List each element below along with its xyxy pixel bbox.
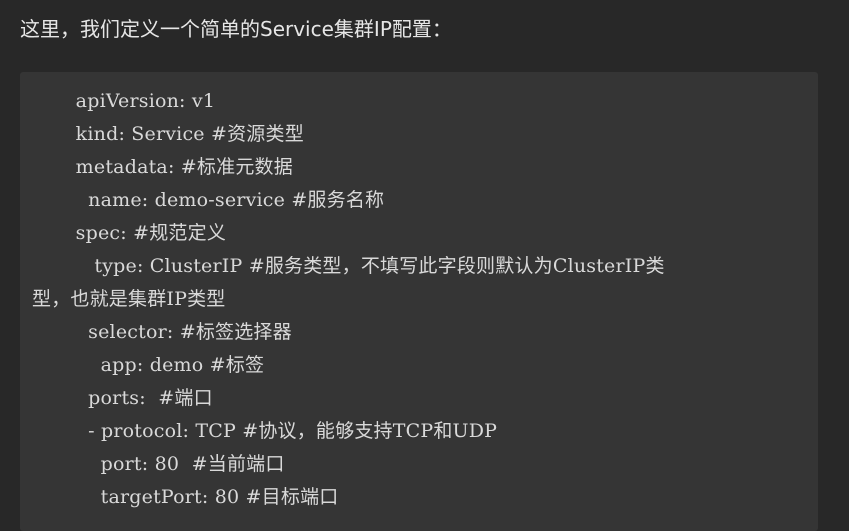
code-line-target-port: targetPort: 80 #目标端口 (32, 486, 339, 508)
code-block: apiVersion: v1 kind: Service #资源类型 metad… (20, 72, 818, 531)
intro-paragraph: 这里，我们定义一个简单的Service集群IP配置： (20, 17, 452, 41)
code-line-type: type: ClusterIP #服务类型，不填写此字段则默认为ClusterI… (32, 255, 665, 277)
code-line-type-continued: 型，也就是集群IP类型 (32, 288, 226, 310)
code-line-name: name: demo-service #服务名称 (32, 189, 385, 211)
code-line-port: port: 80 #当前端口 (32, 453, 285, 475)
code-line-kind: kind: Service #资源类型 (32, 123, 304, 145)
code-line-api-version: apiVersion: v1 (32, 90, 216, 112)
code-line-metadata: metadata: #标准元数据 (32, 156, 293, 178)
code-line-protocol: - protocol: TCP #协议，能够支持TCP和UDP (32, 420, 498, 442)
code-line-selector: selector: #标签选择器 (32, 321, 292, 343)
page: 这里，我们定义一个简单的Service集群IP配置： apiVersion: v… (0, 0, 849, 531)
code-line-app: app: demo #标签 (32, 354, 265, 376)
code-line-ports: ports: #端口 (32, 387, 213, 409)
code-line-spec: spec: #规范定义 (32, 222, 227, 244)
